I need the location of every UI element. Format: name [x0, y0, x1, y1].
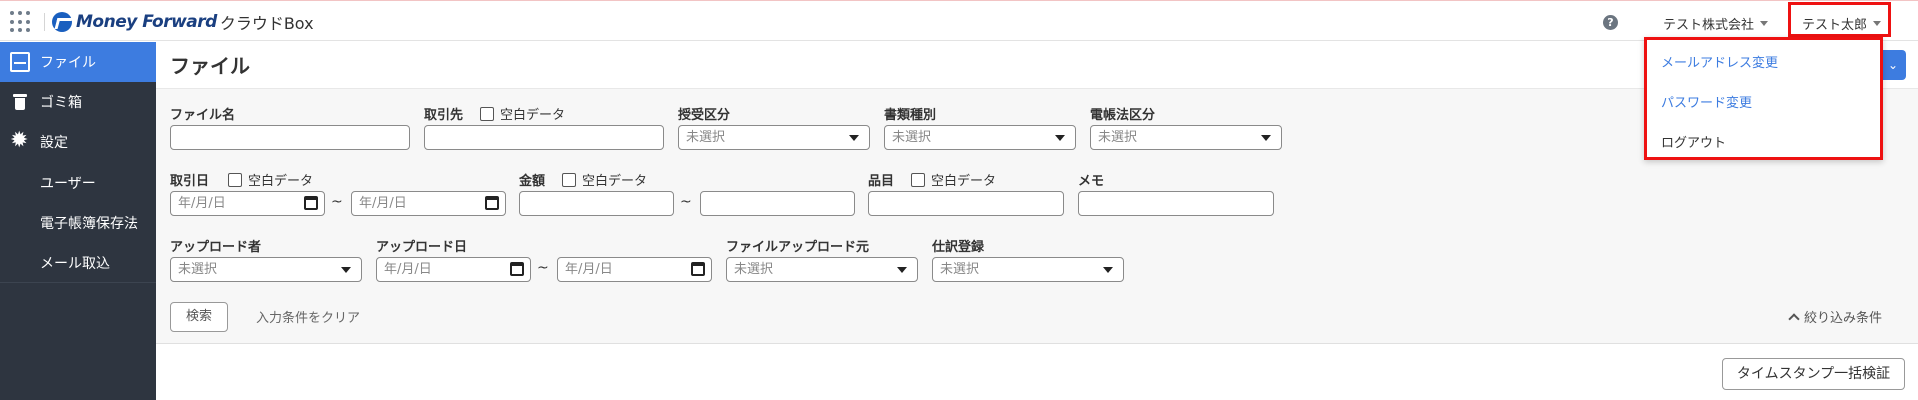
header-divider	[44, 13, 45, 31]
clear-conditions-link[interactable]: 入力条件をクリア	[256, 307, 360, 326]
trade-date-to-input[interactable]: 年/月/日	[351, 191, 506, 216]
change-password-menu-item[interactable]: パスワード変更	[1661, 92, 1752, 111]
journal-label: 仕訳登録	[932, 240, 985, 255]
checkbox-label: 空白データ	[248, 174, 314, 189]
company-name: テスト株式会社	[1663, 18, 1755, 33]
gear-icon	[10, 128, 30, 153]
sidebar-divider	[0, 282, 156, 283]
doc-type-select[interactable]: 未選択	[884, 125, 1076, 150]
file-icon	[10, 52, 30, 72]
date-placeholder: 年/月/日	[384, 262, 432, 277]
sidebar-item-file[interactable]: ファイル	[0, 42, 156, 82]
sidebar-item-trash[interactable]: ゴミ箱	[0, 82, 156, 122]
sidebar-item-label: ゴミ箱	[40, 95, 82, 111]
memo-input[interactable]	[1078, 191, 1274, 216]
amount-to-input[interactable]	[700, 191, 855, 216]
edl-type-label: 電帳法区分	[1090, 108, 1156, 123]
sidebar-subitem-mail-import[interactable]: メール取込	[40, 253, 110, 273]
money-forward-logo-icon	[52, 12, 72, 32]
journal-select[interactable]: 未選択	[932, 257, 1124, 282]
uploader-label: アップロード者	[170, 240, 262, 255]
app-switcher-icon[interactable]	[10, 11, 34, 33]
help-icon[interactable]: ?	[1603, 15, 1618, 30]
range-tilde: ~	[537, 260, 549, 276]
upload-source-label: ファイルアップロード元	[726, 240, 870, 255]
sidebar-item-label: 設定	[40, 135, 68, 151]
date-placeholder: 年/月/日	[565, 262, 613, 277]
item-label: 品目	[868, 174, 895, 189]
checkbox-label: 空白データ	[582, 174, 648, 189]
company-menu[interactable]: テスト株式会社	[1663, 14, 1769, 33]
partner-input[interactable]	[424, 125, 664, 150]
item-blank-checkbox[interactable]: 空白データ	[911, 170, 996, 189]
uploader-select[interactable]: 未選択	[170, 257, 362, 282]
change-email-menu-item[interactable]: メールアドレス変更	[1661, 52, 1778, 71]
upload-source-select[interactable]: 未選択	[726, 257, 918, 282]
page-title: ファイル	[170, 54, 250, 78]
sidebar-subitem-users[interactable]: ユーザー	[40, 173, 96, 193]
chevron-up-icon	[1788, 312, 1800, 325]
file-name-input[interactable]	[170, 125, 410, 150]
checkbox-label: 空白データ	[931, 174, 997, 189]
user-menu-highlight	[1788, 2, 1891, 37]
file-name-label: ファイル名	[170, 108, 236, 123]
memo-label: メモ	[1078, 174, 1105, 189]
amount-blank-checkbox[interactable]: 空白データ	[562, 170, 647, 189]
date-placeholder: 年/月/日	[359, 196, 407, 211]
checkbox-icon	[228, 172, 242, 187]
top-header: Money Forward クラウドBox ? テスト株式会社 テスト太郎	[0, 0, 1918, 41]
upload-date-to-input[interactable]: 年/月/日	[557, 257, 712, 282]
partner-blank-checkbox[interactable]: 空白データ	[480, 104, 565, 123]
checkbox-icon	[562, 172, 576, 187]
edl-type-select[interactable]: 未選択	[1090, 125, 1282, 150]
date-placeholder: 年/月/日	[178, 196, 226, 211]
checkbox-icon	[480, 106, 494, 121]
sidebar-item-label: ファイル	[40, 55, 96, 71]
amount-label: 金額	[519, 174, 546, 189]
range-tilde: ~	[331, 194, 343, 210]
calendar-icon	[510, 262, 524, 276]
doc-type-label: 書類種別	[884, 108, 937, 123]
toggle-filter-button[interactable]: 絞り込み条件	[1788, 307, 1883, 326]
sidebar-item-settings[interactable]: 設定	[0, 122, 156, 162]
toggle-filter-label: 絞り込み条件	[1804, 311, 1883, 326]
checkbox-icon	[911, 172, 925, 187]
upload-date-from-input[interactable]: 年/月/日	[376, 257, 531, 282]
upload-date-label: アップロード日	[376, 240, 468, 255]
chevron-down-icon	[1760, 21, 1769, 26]
item-input[interactable]	[868, 191, 1064, 216]
sidebar: ファイル ゴミ箱 設定 ユーザー 電子帳簿保存法 メール取込	[0, 42, 156, 400]
user-dropdown-menu: メールアドレス変更 パスワード変更 ログアウト	[1644, 37, 1883, 160]
upload-button[interactable]: ⌄	[1880, 50, 1906, 80]
trade-date-from-input[interactable]: 年/月/日	[170, 191, 325, 216]
range-tilde: ~	[680, 194, 692, 210]
logo-brand-text: Money Forward	[76, 12, 217, 32]
timestamp-bulk-verify-button[interactable]: タイムスタンプ一括検証	[1722, 358, 1905, 390]
calendar-icon	[691, 262, 705, 276]
calendar-icon	[485, 196, 499, 210]
payment-type-label: 授受区分	[678, 108, 731, 123]
sidebar-subitem-edl[interactable]: 電子帳簿保存法	[40, 213, 138, 233]
calendar-icon	[304, 196, 318, 210]
amount-from-input[interactable]	[519, 191, 674, 216]
checkbox-label: 空白データ	[500, 108, 566, 123]
payment-type-select[interactable]: 未選択	[678, 125, 870, 150]
search-button[interactable]: 検索	[170, 302, 228, 332]
partner-label: 取引先	[424, 108, 464, 123]
logo-product-text: クラウドBox	[219, 14, 314, 33]
trade-date-label: 取引日	[170, 174, 210, 189]
app-logo[interactable]: Money Forward クラウドBox	[52, 10, 314, 34]
trash-icon	[10, 92, 30, 112]
logout-menu-item[interactable]: ログアウト	[1661, 132, 1726, 151]
trade-date-blank-checkbox[interactable]: 空白データ	[228, 170, 313, 189]
